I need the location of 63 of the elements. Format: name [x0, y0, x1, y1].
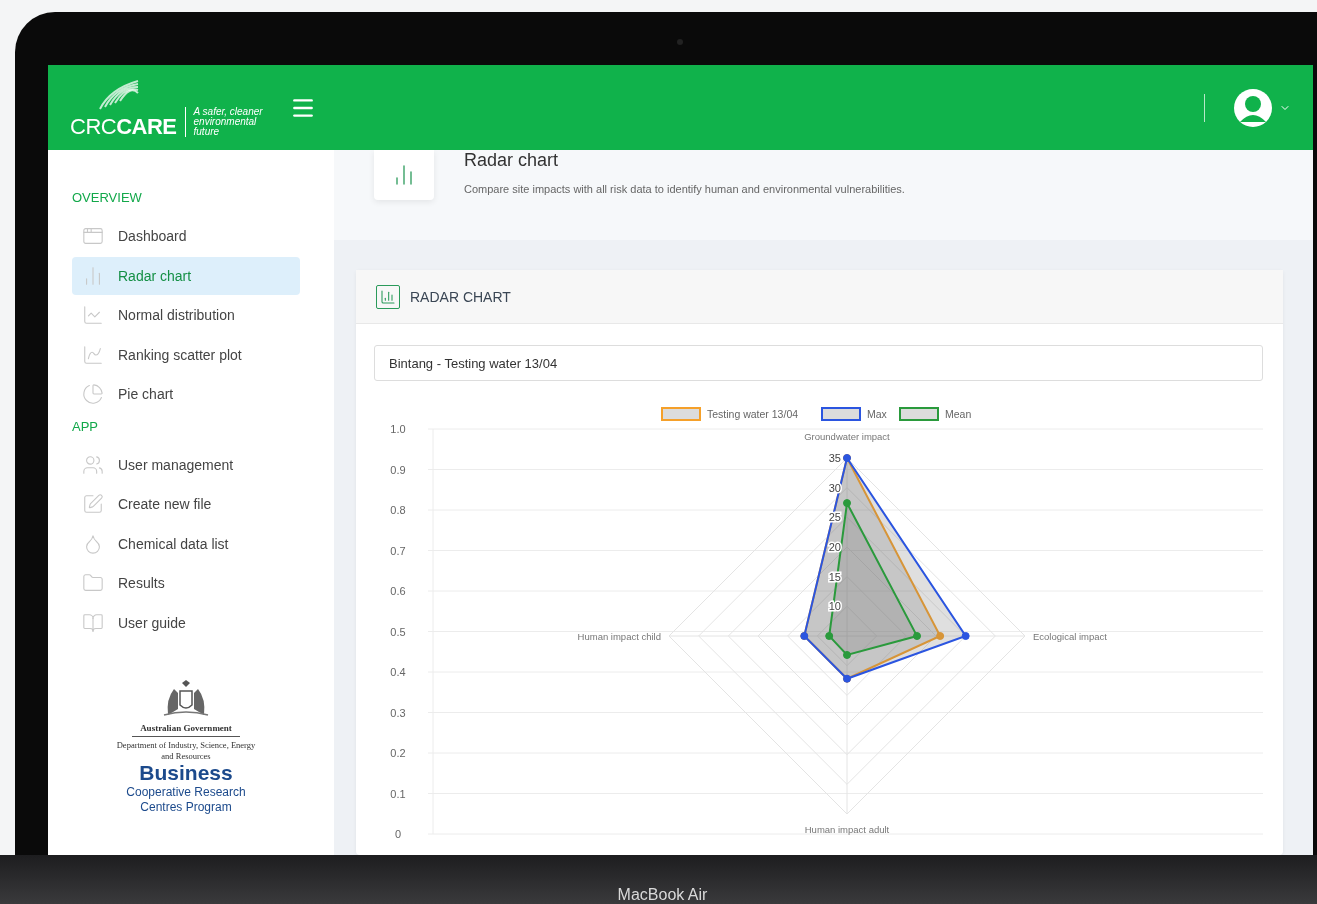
nav-item[interactable]: Chemical data list: [72, 524, 300, 563]
program-subtitle: Cooperative Research Centres Program: [125, 785, 247, 815]
data-point: [825, 632, 834, 640]
axis-tick-label: 0.4: [390, 666, 406, 678]
logo-tagline: A safer, cleaner environmental future: [184, 107, 281, 137]
edit-icon: [82, 493, 104, 515]
program-title: Business: [139, 761, 233, 786]
users-icon: [82, 453, 104, 476]
data-point: [961, 632, 970, 640]
nav-item[interactable]: Radar chart: [72, 256, 300, 295]
axis-tick-label: 1.0: [390, 423, 406, 435]
section-title: APP: [72, 418, 99, 434]
line-chart-icon: [82, 304, 104, 326]
axis-tick-label: 0.5: [390, 625, 406, 638]
data-point: [843, 651, 851, 659]
scatter-chart-icon: [82, 343, 104, 366]
legend-swatch[interactable]: [661, 407, 701, 421]
nav-item[interactable]: User management: [72, 445, 300, 484]
legend-swatch[interactable]: [821, 407, 861, 421]
axis-tick-label: 0.1: [390, 787, 406, 800]
legend-label[interactable]: Max: [867, 408, 887, 420]
nav-item[interactable]: Ranking scatter plot: [72, 335, 300, 374]
department-name: Department of Industry, Science, Energy and Resources: [115, 740, 257, 762]
window-icon: [82, 225, 104, 247]
data-point: [843, 499, 851, 508]
user-avatar-icon: [1233, 87, 1273, 128]
radial-tick-label: 35: [828, 452, 841, 464]
axis-tick-label: 0.8: [390, 504, 406, 516]
axis-tick-label: 0: [394, 828, 402, 840]
page-description: Compare site impacts with all risk data to identify human and environmental vulnerabilities.: [464, 183, 905, 195]
section-title: OVERVIEW: [72, 190, 143, 205]
axis-label: Ecological impact: [1033, 631, 1107, 642]
device-label: MacBook Air: [617, 886, 708, 904]
data-point: [936, 632, 945, 640]
card-title: RADAR CHART: [410, 288, 511, 305]
book-icon: [82, 611, 104, 634]
site-select[interactable]: Bintang - Testing water 13/04: [374, 345, 1263, 381]
legend-swatch[interactable]: [899, 407, 939, 421]
page-title: Radar chart: [464, 150, 560, 171]
legend-label[interactable]: Mean: [945, 408, 972, 420]
logo-wordmark: CRCCARE: [70, 114, 177, 140]
folder-icon: [82, 572, 104, 594]
axis-tick-label: 0.3: [390, 706, 406, 719]
pie-chart-icon: [82, 383, 104, 405]
camera-icon: [677, 39, 683, 45]
axis-tick-label: 0.9: [390, 463, 406, 476]
nav-item[interactable]: Dashboard: [72, 217, 300, 255]
axis-tick-label: 0.7: [390, 544, 406, 557]
nav-item[interactable]: Normal distribution: [72, 296, 300, 334]
axis-label: Human impact adult: [804, 824, 890, 835]
nav-item[interactable]: Results: [72, 564, 300, 602]
axis-tick-label: 0.6: [390, 585, 406, 597]
legend-label[interactable]: Testing water 13/04: [707, 408, 799, 420]
axis-label: Human impact child: [577, 631, 661, 642]
nav-item[interactable]: Create new file: [72, 485, 300, 523]
bar-chart-icon: [376, 284, 400, 309]
nav-item[interactable]: Pie chart: [72, 375, 300, 413]
data-point: [913, 632, 921, 640]
user-menu-button[interactable]: [1233, 87, 1291, 128]
government-name: Australian Government: [132, 719, 240, 737]
axis-tick-label: 0.2: [390, 747, 406, 759]
nav-item[interactable]: User guide: [72, 603, 300, 642]
axis-label: Groundwater impact: [804, 431, 890, 442]
